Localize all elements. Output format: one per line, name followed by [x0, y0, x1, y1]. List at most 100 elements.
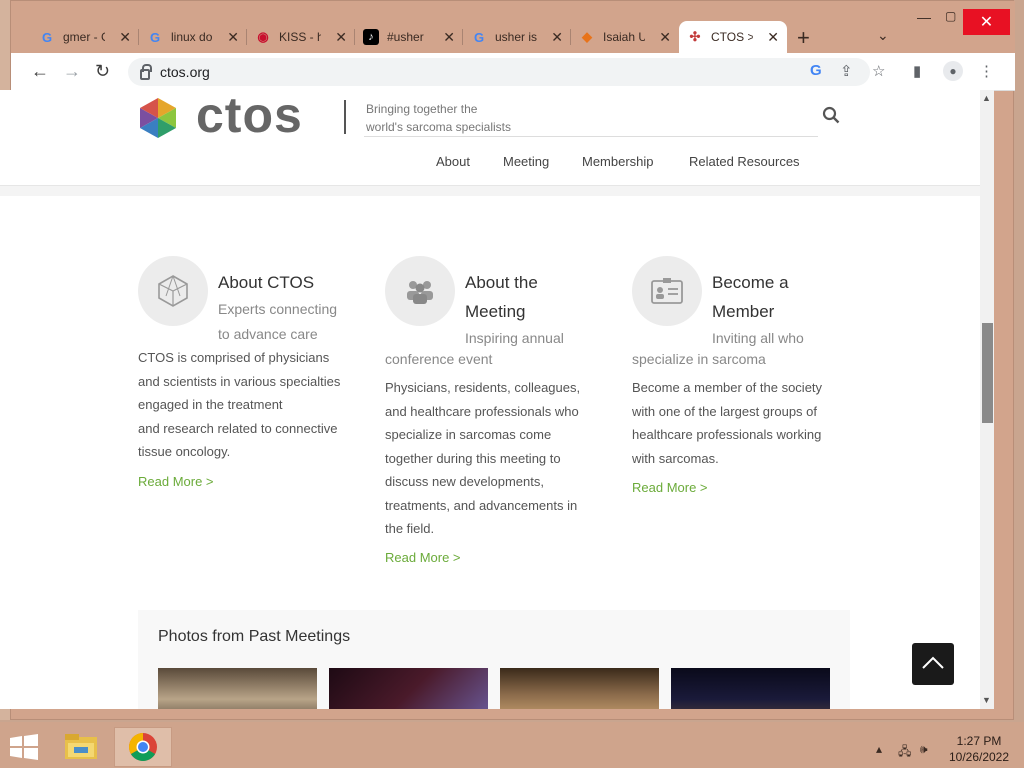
tab-0[interactable]: G gmer - G ✕: [31, 21, 139, 53]
tab-1[interactable]: G linux do ✕: [139, 21, 247, 53]
address-bar[interactable]: ctos.org G ⇪ ☆: [128, 58, 885, 86]
star-icon[interactable]: ☆: [872, 62, 885, 80]
feature-body: Become a member of the society with one …: [632, 376, 852, 470]
id-card-icon: [632, 256, 702, 326]
chevron-down-icon[interactable]: ⌄: [877, 27, 889, 44]
back-icon[interactable]: ←: [31, 61, 49, 82]
tab-6-active[interactable]: ✣ CTOS > ✕: [679, 21, 787, 53]
feature-title: About the Meeting Inspiring annual: [465, 268, 564, 351]
body-line: with one of the largest groups of: [632, 403, 818, 419]
maximize-icon[interactable]: ▢: [945, 9, 956, 23]
url-text[interactable]: ctos.org: [160, 64, 210, 80]
google-lens-icon[interactable]: G: [810, 62, 822, 79]
profile-icon[interactable]: ●: [943, 61, 963, 81]
ctos-wordmark[interactable]: ctos: [196, 90, 303, 144]
tagline-line-1: Bringing together the: [366, 102, 478, 116]
nav-related-resources[interactable]: Related Resources: [689, 154, 800, 169]
close-tab-icon[interactable]: ✕: [443, 29, 455, 46]
feature-title-line-2: Member: [712, 302, 775, 321]
taskbar-clock[interactable]: 1:27 PM 10/26/2022: [944, 733, 1014, 765]
header-shadow-band: [0, 186, 980, 196]
close-window-icon[interactable]: ✕: [963, 9, 1010, 35]
google-icon: G: [149, 29, 161, 45]
close-tab-icon[interactable]: ✕: [119, 29, 131, 46]
tab-5[interactable]: ◆ Isaiah U ✕: [571, 21, 679, 53]
body-line: discuss new developments,: [385, 474, 544, 489]
back-to-top-button[interactable]: [912, 643, 954, 685]
page-viewport: ctos Bringing together the world's sarco…: [0, 90, 980, 709]
nav-membership[interactable]: Membership: [582, 154, 654, 169]
ctos-icon: ✣: [689, 29, 701, 44]
tab-strip: G gmer - G ✕ G linux do ✕ ◉ KISS - h ✕ ♪…: [11, 1, 1015, 53]
close-tab-icon[interactable]: ✕: [767, 29, 779, 46]
network-icon[interactable]: 🖧: [898, 742, 911, 763]
scroll-down-icon[interactable]: ▼: [982, 695, 991, 705]
feature-body: CTOS is comprised of physicians and scie…: [138, 346, 358, 464]
body-line: CTOS is comprised of physicians: [138, 350, 330, 365]
feature-title-line-1: Become a: [712, 273, 789, 292]
group-icon: [385, 256, 455, 326]
body-line: healthcare professionals working: [632, 427, 822, 442]
photos-section: Photos from Past Meetings: [138, 610, 850, 709]
browser-toolbar: ← → ↻ ctos.org G ⇪ ☆ ▮ ● ⋮: [11, 53, 1015, 91]
tagline-line-2: world's sarcoma specialists: [366, 120, 512, 134]
body-line: and healthcare professionals who: [385, 403, 579, 419]
nav-meeting[interactable]: Meeting: [503, 154, 549, 169]
close-tab-icon[interactable]: ✕: [227, 29, 239, 46]
meeting-photo[interactable]: [329, 668, 488, 709]
logo-divider: [344, 100, 346, 134]
read-more-link[interactable]: Read More >: [385, 550, 461, 565]
volume-icon[interactable]: 🕪: [920, 742, 928, 757]
chrome-icon: [129, 733, 157, 761]
chevron-up-icon: [922, 656, 944, 669]
menu-dots-icon[interactable]: ⋮: [979, 62, 994, 80]
tab-label: CTOS >: [711, 30, 753, 44]
photos-title: Photos from Past Meetings: [158, 628, 351, 645]
feature-title: About CTOS Experts connecting to advance…: [218, 268, 337, 347]
feature-subtitle-line-2: conference event: [385, 351, 493, 367]
lips-icon: ◉: [257, 29, 269, 44]
read-more-link[interactable]: Read More >: [632, 480, 708, 495]
page-scrollbar[interactable]: ▲ ▼: [980, 90, 994, 709]
feature-title: Become a Member Inviting all who: [712, 268, 804, 351]
ctos-logo-icon[interactable]: [138, 96, 178, 140]
meeting-photo[interactable]: [671, 668, 830, 709]
lock-icon[interactable]: [140, 63, 152, 80]
scroll-up-icon[interactable]: ▲: [982, 93, 991, 103]
google-icon: G: [41, 29, 53, 45]
reload-icon[interactable]: ↻: [95, 61, 110, 82]
tab-2[interactable]: ◉ KISS - h ✕: [247, 21, 355, 53]
scrollbar-thumb[interactable]: [982, 323, 993, 423]
search-icon[interactable]: [822, 106, 840, 124]
minimize-icon[interactable]: —: [917, 9, 931, 25]
forward-icon[interactable]: →: [63, 61, 81, 82]
tab-label: #usher: [387, 30, 424, 44]
tagline: Bringing together the world's sarcoma sp…: [366, 100, 511, 136]
clock-date: 10/26/2022: [948, 750, 1010, 764]
tab-3[interactable]: ♪ #usher ✕: [355, 21, 463, 53]
feature-title-line-2: Meeting: [465, 302, 526, 321]
fox-icon: ◆: [582, 29, 592, 44]
meeting-photo[interactable]: [158, 668, 317, 709]
polyhedron-icon: [138, 256, 208, 326]
body-line: and research related to connective: [138, 420, 338, 436]
close-tab-icon[interactable]: ✕: [659, 29, 671, 46]
feature-subtitle-line-1: Experts connecting: [218, 301, 338, 317]
close-tab-icon[interactable]: ✕: [335, 29, 347, 46]
file-explorer-icon[interactable]: [62, 731, 100, 763]
new-tab-icon[interactable]: +: [797, 25, 810, 51]
tray-expand-icon[interactable]: ▴: [876, 742, 882, 756]
side-panel-icon[interactable]: ▮: [913, 62, 921, 80]
body-line: tissue oncology.: [138, 444, 231, 459]
body-line: Physicians, residents, colleagues,: [385, 380, 581, 395]
tab-4[interactable]: G usher is ✕: [463, 21, 571, 53]
windows-start-icon[interactable]: [9, 734, 39, 760]
close-tab-icon[interactable]: ✕: [551, 29, 563, 46]
share-icon[interactable]: ⇪: [840, 62, 853, 80]
body-line: treatments, and advancements in: [385, 497, 578, 513]
header-rule: [364, 136, 818, 137]
read-more-link[interactable]: Read More >: [138, 474, 214, 489]
meeting-photo[interactable]: [500, 668, 659, 709]
nav-about[interactable]: About: [436, 154, 470, 169]
chrome-taskbar-button[interactable]: [114, 727, 172, 767]
